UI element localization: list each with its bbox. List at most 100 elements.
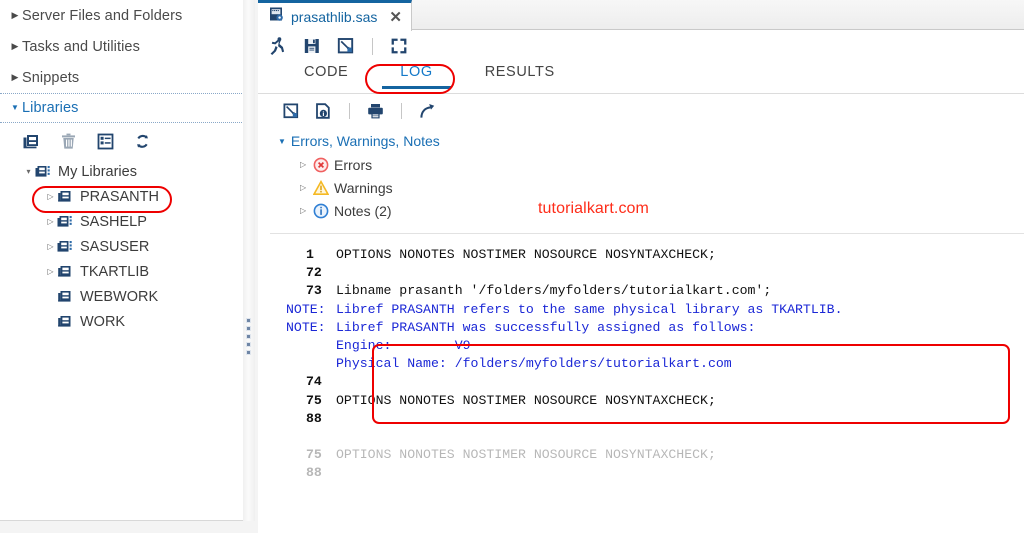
tree-node-label: My Libraries [58,163,137,180]
delete-icon[interactable] [59,132,78,151]
log-line-text: Physical Name: /folders/myfolders/tutori… [336,356,732,372]
libraries-toolbar [0,123,248,157]
log-line: 72 [258,264,1024,282]
panel-splitter[interactable] [243,0,255,521]
log-line-text: Libname prasanth '/folders/myfolders/tut… [336,283,772,299]
log-line: 1 OPTIONS NONOTES NOSTIMER NOSOURCE NOSYN… [258,246,1024,264]
triangle-right-icon: ▷ [47,267,54,276]
log-line-number: 1 [306,247,314,262]
close-icon[interactable]: ✕ [383,8,402,26]
sidebar-item-label: Snippets [22,69,80,86]
chevron-right-icon: ▶ [11,72,19,82]
maximize-icon[interactable] [389,36,409,56]
library-icon [57,314,77,330]
splitter-grip[interactable] [246,318,251,355]
tree-node-my-libraries[interactable]: ▾ My Libraries [0,159,248,184]
ewn-node-warnings[interactable]: ▷ Warnings [278,176,1024,199]
libraries-icon [57,239,77,255]
log-line: Engine: V9 [258,337,1024,355]
log-line-text: Engine: V9 [336,337,471,353]
tree-node-prasanth[interactable]: ▷ PRASANTH [0,184,248,209]
file-tab-label: prasathlib.sas [291,9,378,25]
triangle-down-icon: ▾ [26,167,31,176]
log-output[interactable]: 1 OPTIONS NONOTES NOSTIMER NOSOURCE NOSYN… [258,246,1024,533]
file-tab-prasathlib[interactable]: prasathlib.sas ✕ [258,0,412,31]
sas-program-icon [268,6,285,28]
log-section-divider [270,233,1024,234]
info-icon [313,203,334,219]
log-toolbar [258,94,1024,124]
log-summary-icon[interactable] [314,102,333,121]
sidebar-item-server-files-and-folders[interactable]: ▶ Server Files and Folders [0,0,248,31]
refresh-icon[interactable] [133,132,152,151]
error-icon [313,157,334,173]
chevron-right-icon: ▶ [11,10,19,20]
toolbar-divider [349,103,350,119]
libraries-tree: ▾ My Libraries ▷ PRASANTH ▷ SASHELP ▷ SA… [0,157,248,334]
tab-log[interactable]: LOG [374,62,458,89]
log-line-number: 74 [306,374,322,390]
view-tabs: CODE LOG RESULTS [258,62,1024,94]
tab-code[interactable]: CODE [278,62,374,89]
log-line [258,428,1024,446]
triangle-down-icon: ▼ [278,136,286,146]
tree-node-label: SASHELP [80,213,147,230]
sidebar-item-label: Libraries [22,100,79,116]
sidebar-item-libraries[interactable]: ▼ Libraries [0,93,248,123]
triangle-right-icon: ▷ [47,217,54,226]
tree-node-work[interactable]: WORK [0,309,248,334]
toolbar-divider [401,103,402,119]
ewn-node-notes[interactable]: ▷ Notes (2) [278,199,1024,222]
ewn-root-node[interactable]: ▼ Errors, Warnings, Notes [278,129,1024,153]
open-in-new-window-icon[interactable] [418,102,437,121]
ewn-node-errors[interactable]: ▷ Errors [278,153,1024,176]
editor-panel: prasathlib.sas ✕ CODE LOG RESULTS ▼ Erro… [258,0,1024,533]
save-as-icon[interactable] [336,36,356,56]
run-icon[interactable] [268,36,288,56]
save-icon[interactable] [302,36,322,56]
log-line: 74 [258,373,1024,391]
log-line-text: OPTIONS NONOTES NOSTIMER NOSOURCE NOSYNT… [336,247,716,262]
sidebar-item-snippets[interactable]: ▶ Snippets [0,62,248,93]
library-icon [57,189,77,205]
tree-node-label: SASUSER [80,238,150,255]
print-icon[interactable] [366,102,385,121]
log-line-text: OPTIONS NONOTES NOSTIMER NOSOURCE NOSYNT… [336,392,716,408]
new-library-icon[interactable] [22,132,41,151]
sidebar-item-tasks-and-utilities[interactable]: ▶ Tasks and Utilities [0,31,248,62]
properties-icon[interactable] [96,132,115,151]
log-line: 88 [258,410,1024,428]
clear-log-icon[interactable] [282,102,301,121]
warning-icon [312,179,334,196]
ewn-node-label: Notes (2) [334,202,392,219]
tree-node-tkartlib[interactable]: ▷ TKARTLIB [0,259,248,284]
tree-node-sashelp[interactable]: ▷ SASHELP [0,209,248,234]
tree-node-sasuser[interactable]: ▷ SASUSER [0,234,248,259]
log-line: NOTE: Libref PRASANTH was successfully as… [258,319,1024,337]
log-line-number: 72 [306,265,322,281]
editor-toolbar [258,30,1024,62]
triangle-right-icon: ▷ [300,183,307,192]
libraries-icon [57,214,77,230]
tree-node-label: PRASANTH [80,188,159,205]
log-note-label [258,337,336,355]
tree-node-webwork[interactable]: WEBWORK [0,284,248,309]
tree-node-label: TKARTLIB [80,263,150,280]
log-line: 88 [258,464,1024,482]
log-note-label: NOTE: [286,319,326,335]
sidebar-item-label: Tasks and Utilities [22,38,140,55]
log-line-number: 88 [306,465,322,481]
ewn-root-label: Errors, Warnings, Notes [290,133,440,149]
tab-results[interactable]: RESULTS [459,62,581,89]
triangle-right-icon: ▷ [47,192,54,201]
log-line-number: 73 [306,283,322,299]
tree-node-label: WEBWORK [80,288,159,305]
log-line-number: 75 [306,392,322,408]
log-line-number [258,428,336,446]
log-note-label [258,355,336,373]
log-line: NOTE: Libref PRASANTH refers to the same … [258,301,1024,319]
triangle-right-icon: ▷ [300,160,307,169]
log-note-label: NOTE: [286,301,326,317]
log-line: 75 OPTIONS NONOTES NOSTIMER NOSOURCE NOSY… [258,446,1024,464]
log-line: 75 OPTIONS NONOTES NOSTIMER NOSOURCE NOSY… [258,392,1024,410]
